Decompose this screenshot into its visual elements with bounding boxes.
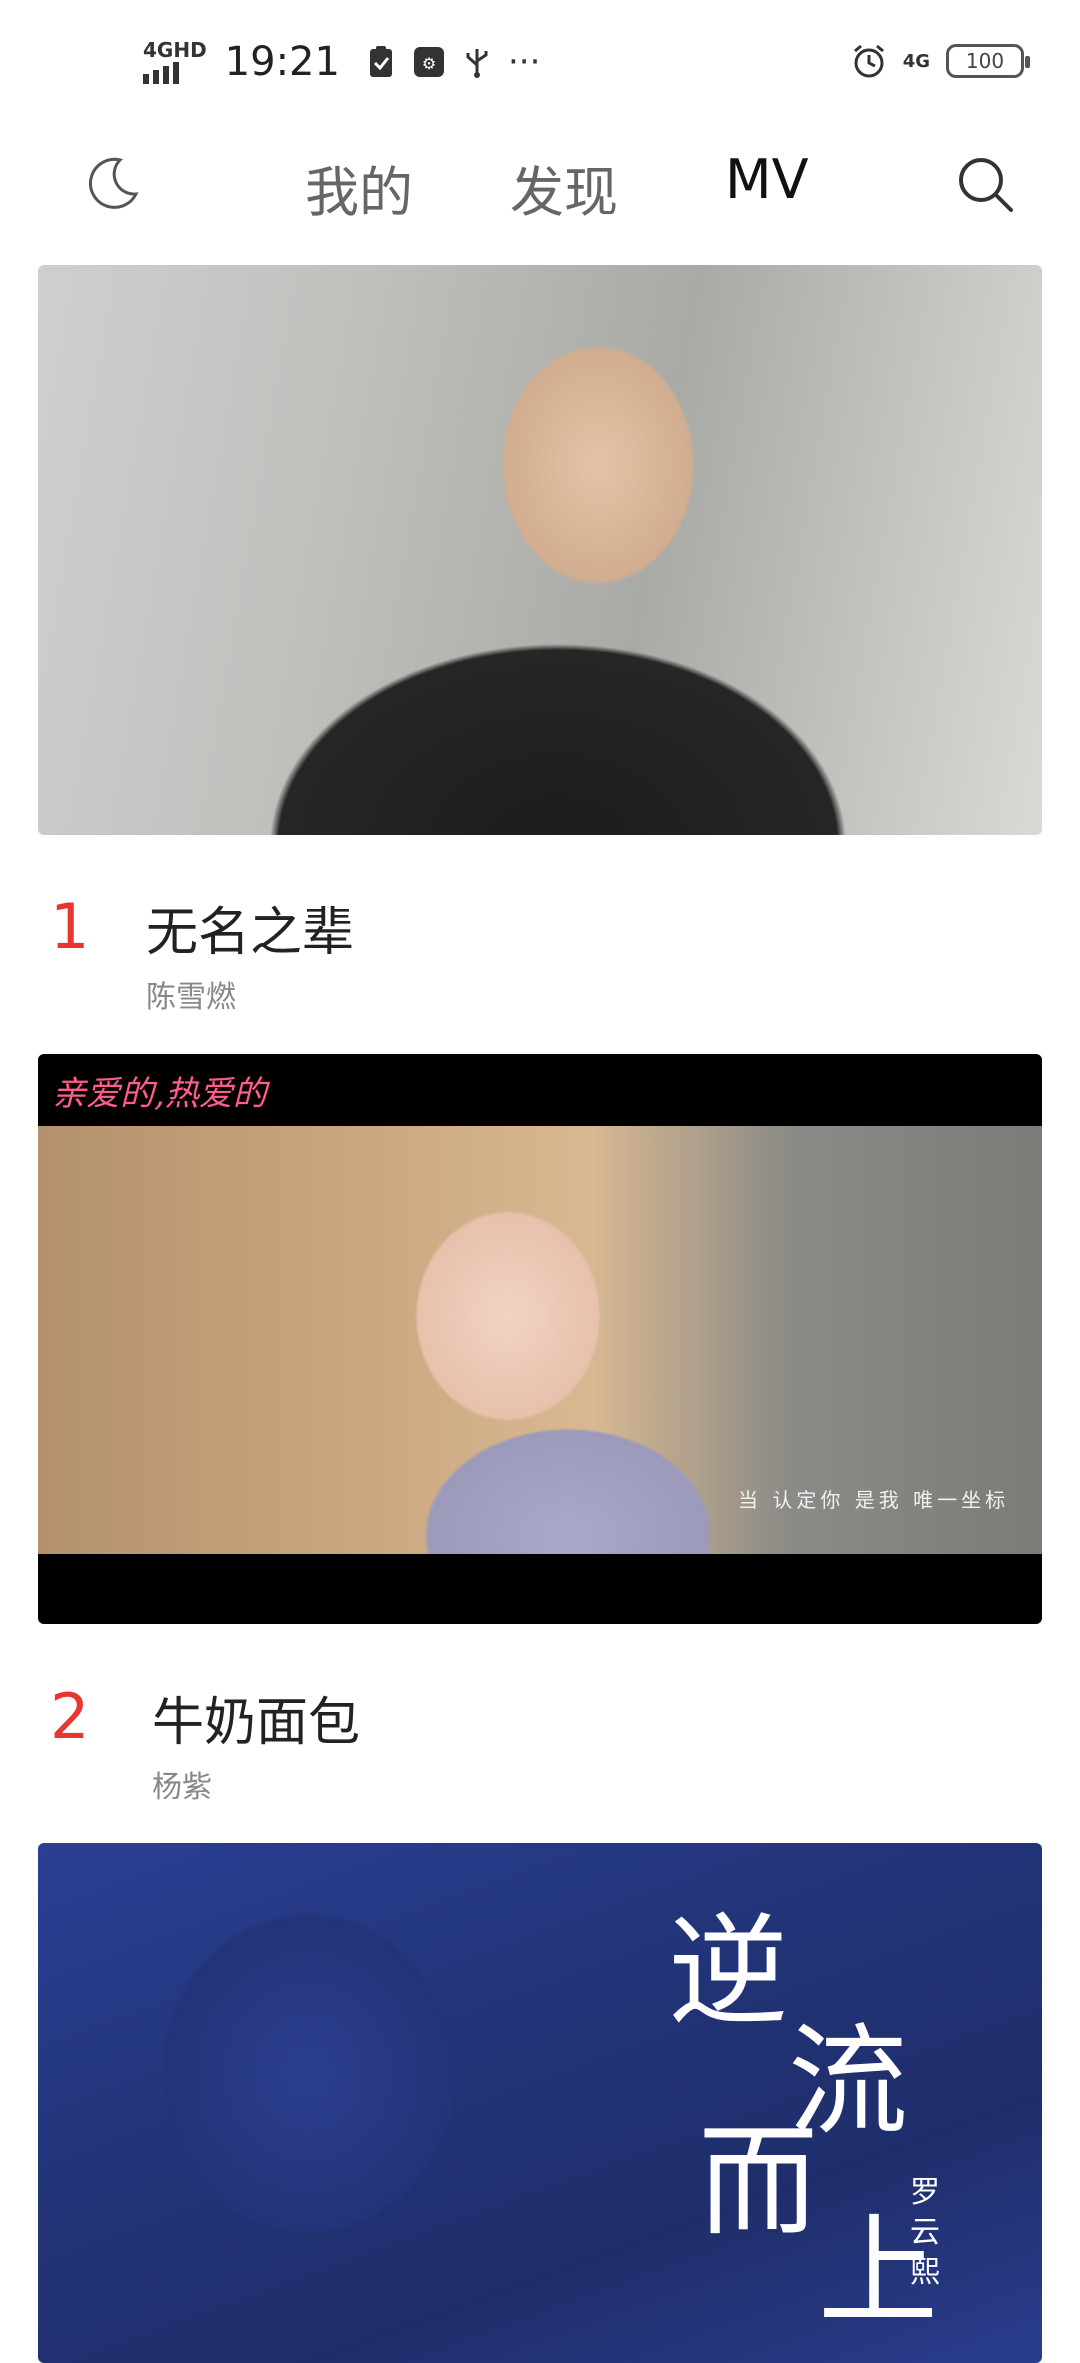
- thumbnail-show-title: 亲爱的,热爱的: [52, 1074, 267, 1114]
- tab-mine[interactable]: 我的: [305, 148, 413, 227]
- signal-indicator: 4GHD: [143, 40, 207, 84]
- usb-icon: [466, 49, 488, 78]
- battery-indicator: 100: [946, 44, 1030, 78]
- usb-debug-icon: ⚙: [413, 47, 444, 77]
- clipboard-check-icon: [369, 46, 392, 77]
- thumbnail-subtitle: 当 认定你 是我 唯一坐标: [738, 1488, 1010, 1512]
- mv-artist-2[interactable]: 杨紫: [152, 1762, 212, 1806]
- battery-level: 100: [965, 49, 1005, 73]
- mv-title-2[interactable]: 牛奶面包: [152, 1680, 360, 1755]
- svg-text:⚙: ⚙: [422, 54, 436, 73]
- mv-title-1[interactable]: 无名之辈: [146, 890, 354, 965]
- clock: 19:21: [224, 39, 340, 85]
- network-4g-label: 4G: [902, 50, 930, 72]
- thumbnail-artist: 罗云熙: [910, 2175, 940, 2290]
- tab-mv[interactable]: MV: [725, 148, 809, 211]
- mv-thumbnail-1[interactable]: [38, 265, 1042, 835]
- top-navigation: 我的 发现 MV: [0, 118, 1080, 268]
- network-type: 4GHD: [143, 38, 207, 62]
- mv-thumbnail-2[interactable]: 亲爱的,热爱的 当 认定你 是我 唯一坐标: [38, 1054, 1042, 1624]
- mv-thumbnail-3[interactable]: 逆 流 而 上 罗云熙: [38, 1843, 1042, 2363]
- signal-bars-icon: [143, 62, 179, 84]
- search-icon[interactable]: [955, 154, 1017, 216]
- more-status-icons: ···: [507, 42, 541, 82]
- rank-number-2: 2: [50, 1680, 90, 1753]
- status-bar: 4GHD 19:21 ⚙ ··· 4G 100: [0, 0, 1080, 118]
- mv-artist-1[interactable]: 陈雪燃: [146, 972, 236, 1016]
- tab-discover[interactable]: 发现: [510, 148, 618, 227]
- rank-number-1: 1: [50, 890, 90, 963]
- alarm-icon: [853, 44, 884, 78]
- night-mode-moon-icon[interactable]: [82, 154, 142, 214]
